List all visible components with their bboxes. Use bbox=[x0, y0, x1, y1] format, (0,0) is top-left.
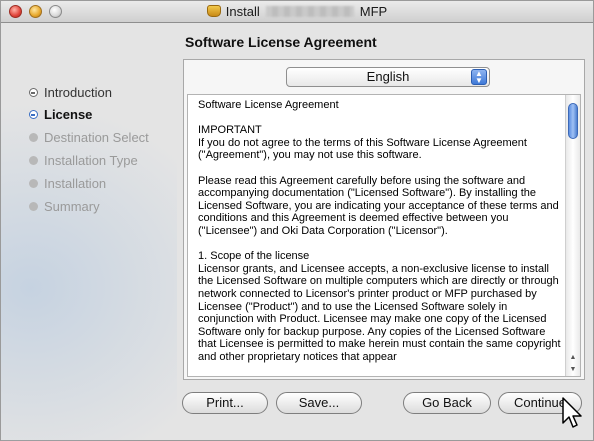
step-introduction: Introduction bbox=[29, 85, 112, 100]
license-paragraph: 1. Scope of the license Licensor grants,… bbox=[198, 250, 561, 363]
license-text-area[interactable]: Software License Agreement IMPORTANT If … bbox=[187, 94, 581, 377]
step-label: Installation bbox=[44, 176, 107, 191]
redacted-model-name bbox=[265, 6, 354, 17]
mouse-pointer-icon bbox=[562, 397, 582, 428]
step-label: License bbox=[44, 107, 93, 122]
step-label: Installation Type bbox=[44, 153, 138, 168]
step-done-bullet-icon bbox=[29, 88, 38, 97]
step-pending-bullet-icon bbox=[29, 133, 38, 142]
installer-window: Install MFP Software License Agreement In… bbox=[0, 0, 594, 441]
step-label: Summary bbox=[44, 199, 100, 214]
step-license: License bbox=[29, 107, 92, 122]
step-label: Introduction bbox=[44, 85, 112, 100]
scroll-down-arrow-icon[interactable]: ▼ bbox=[566, 364, 580, 376]
window-title-suffix: MFP bbox=[359, 4, 388, 19]
step-current-bullet-icon bbox=[29, 110, 38, 119]
sidebar-background-graphic bbox=[1, 101, 177, 441]
license-paragraph: Please read this Agreement carefully bef… bbox=[198, 174, 559, 237]
language-select[interactable]: English ▲ ▼ bbox=[286, 67, 490, 87]
license-paragraph: Software License Agreement bbox=[198, 99, 339, 111]
scroll-up-arrow-icon[interactable]: ▲ bbox=[566, 352, 580, 364]
language-select-value: English bbox=[366, 69, 410, 84]
scrollbar-thumb[interactable] bbox=[568, 103, 578, 139]
license-panel: English ▲ ▼ Software License Agreement IM… bbox=[183, 59, 585, 380]
vertical-scrollbar[interactable]: ▲ ▼ bbox=[565, 95, 580, 376]
step-pending-bullet-icon bbox=[29, 179, 38, 188]
step-pending-bullet-icon bbox=[29, 202, 38, 211]
window-title: Install MFP bbox=[1, 4, 593, 19]
license-text: Software License Agreement IMPORTANT If … bbox=[198, 99, 564, 376]
save-button[interactable]: Save... bbox=[276, 392, 362, 414]
step-label: Destination Select bbox=[44, 130, 149, 145]
step-summary: Summary bbox=[29, 199, 100, 214]
step-installation: Installation bbox=[29, 176, 106, 191]
title-bar[interactable]: Install MFP bbox=[1, 1, 593, 23]
installer-package-icon bbox=[206, 5, 221, 17]
step-installation-type: Installation Type bbox=[29, 153, 138, 168]
step-destination-select: Destination Select bbox=[29, 130, 149, 145]
license-paragraph: IMPORTANT If you do not agree to the ter… bbox=[198, 124, 527, 162]
go-back-button[interactable]: Go Back bbox=[403, 392, 491, 414]
select-arrows-icon: ▲ ▼ bbox=[471, 69, 487, 85]
step-pending-bullet-icon bbox=[29, 156, 38, 165]
page-title: Software License Agreement bbox=[185, 34, 377, 50]
installer-steps-sidebar: Introduction License Destination Select … bbox=[1, 61, 177, 441]
print-button[interactable]: Print... bbox=[182, 392, 268, 414]
window-title-prefix: Install bbox=[225, 4, 260, 19]
